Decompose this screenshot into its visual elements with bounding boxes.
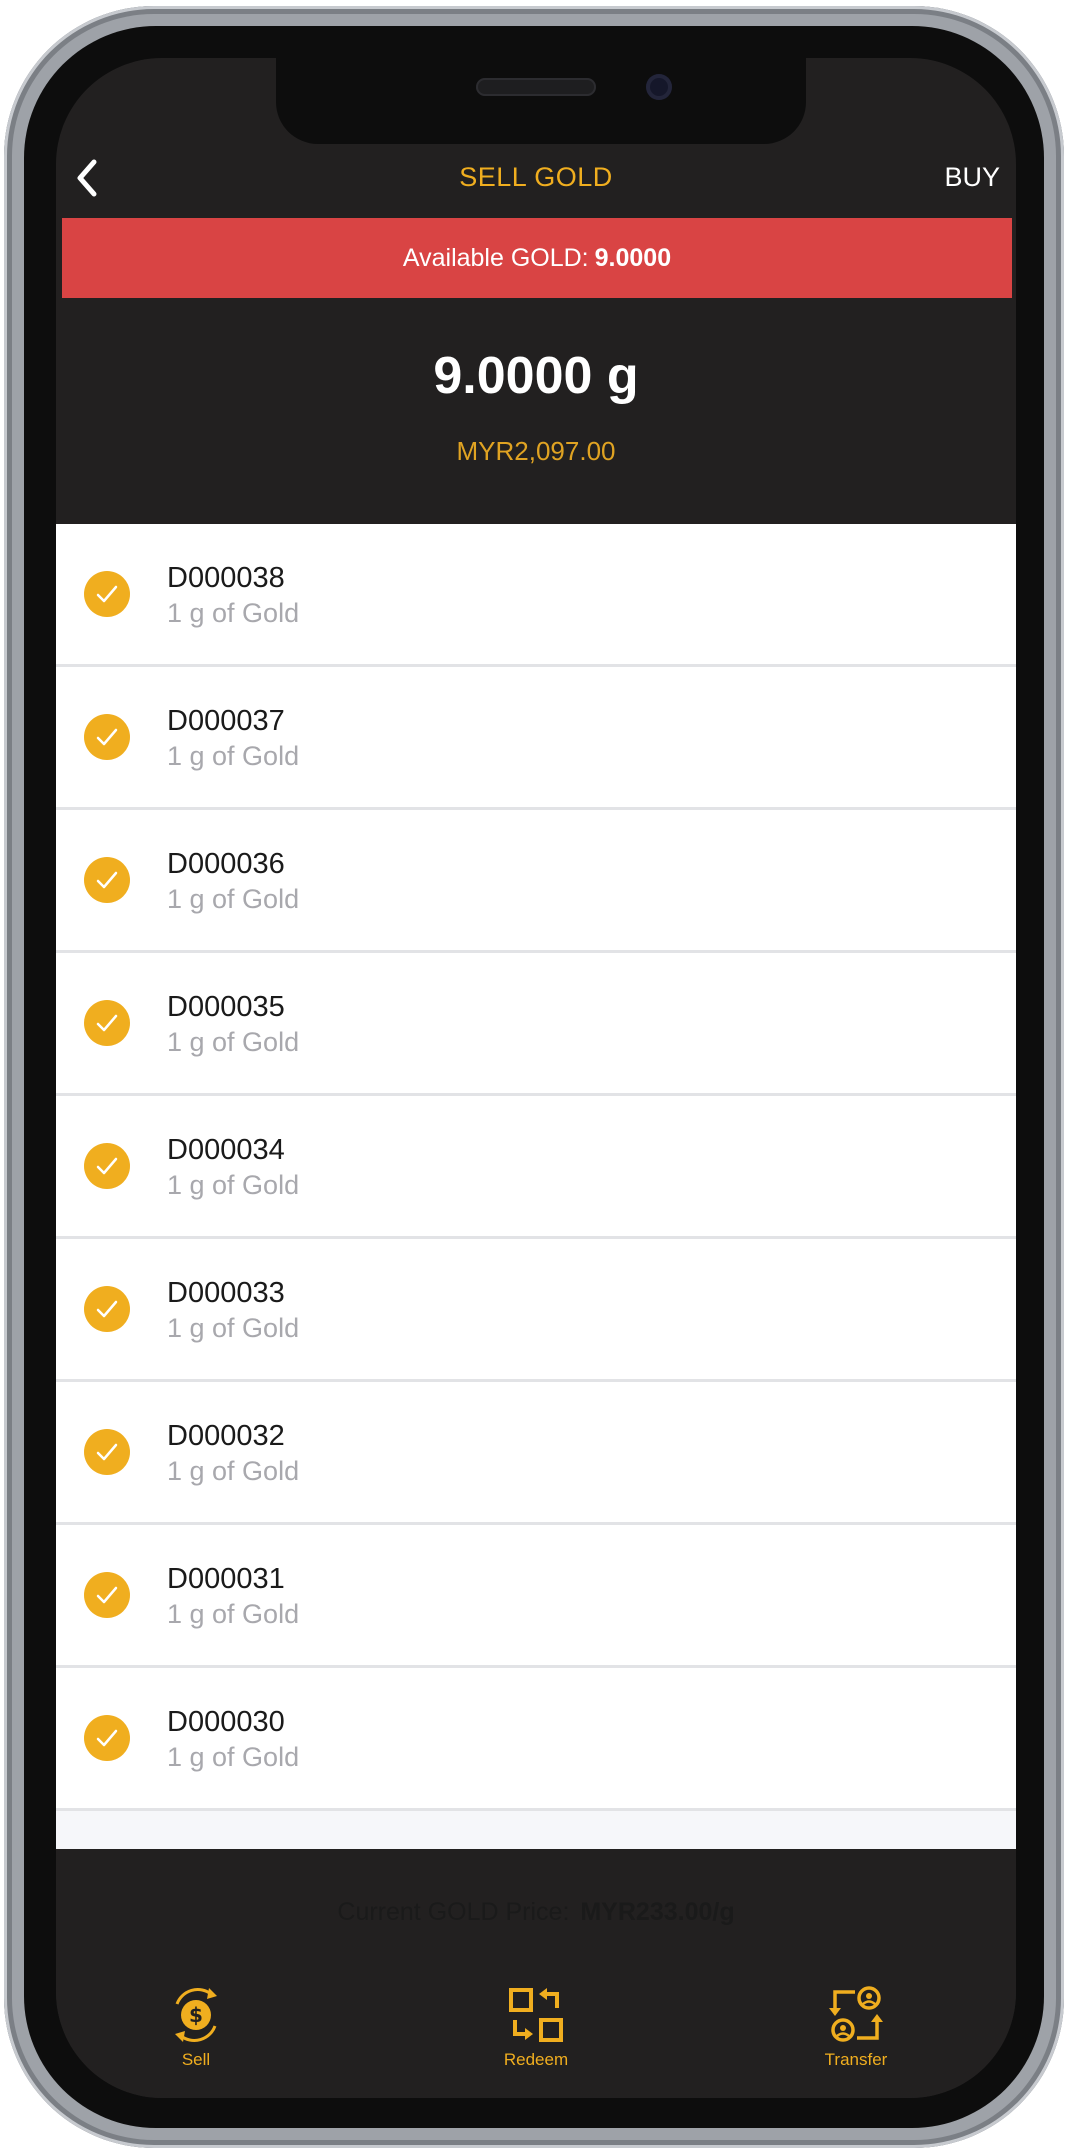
item-code: D000032: [167, 1420, 285, 1452]
nav-bar: SELL GOLD BUY: [56, 138, 1016, 218]
checked-circle-icon[interactable]: [84, 1715, 130, 1761]
checked-circle-icon[interactable]: [84, 1572, 130, 1618]
selected-grams: 9.0000 g: [433, 347, 639, 405]
checked-circle-icon[interactable]: [84, 714, 130, 760]
gold-item-row[interactable]: D000030 1 g of Gold: [56, 1668, 1016, 1811]
checked-circle-icon[interactable]: [84, 857, 130, 903]
tab-transfer-label: Transfer: [824, 2050, 888, 2069]
item-description: 1 g of Gold: [167, 598, 300, 628]
item-description: 1 g of Gold: [167, 1599, 300, 1629]
gold-item-row[interactable]: D000033 1 g of Gold: [56, 1239, 1016, 1382]
available-gold-banner: Available GOLD: 9.0000: [62, 218, 1012, 298]
item-description: 1 g of Gold: [167, 1742, 300, 1772]
gold-price-value: MYR233.00/g: [580, 1898, 735, 1926]
gold-item-list: D000038 1 g of Gold D000037 1 g of Gold …: [56, 524, 1016, 1849]
gold-item-row[interactable]: D000032 1 g of Gold: [56, 1382, 1016, 1525]
gold-item-row[interactable]: D000037 1 g of Gold: [56, 667, 1016, 810]
transfer-icon: [829, 1986, 883, 2042]
item-description: 1 g of Gold: [167, 1456, 300, 1486]
dollar-cycle-icon: $: [175, 1988, 217, 2042]
checked-circle-icon[interactable]: [84, 1000, 130, 1046]
tab-transfer[interactable]: Transfer: [776, 1984, 936, 2088]
tab-sell-label: Sell: [181, 2050, 211, 2069]
buy-button[interactable]: BUY: [944, 162, 1000, 193]
gold-price-label: Current GOLD Price:: [337, 1898, 570, 1926]
item-code: D000036: [167, 848, 285, 880]
available-gold-label: Available GOLD:: [402, 243, 589, 272]
page-title: SELL GOLD: [459, 162, 613, 192]
item-code: D000030: [167, 1706, 285, 1738]
tab-redeem[interactable]: Redeem: [456, 1984, 616, 2088]
item-description: 1 g of Gold: [167, 1170, 300, 1200]
checked-circle-icon[interactable]: [84, 1143, 130, 1189]
sell-summary: 9.0000 g MYR2,097.00: [56, 298, 1016, 524]
gold-item-row[interactable]: D000031 1 g of Gold: [56, 1525, 1016, 1668]
tab-sell[interactable]: $ Sell: [116, 1984, 276, 2088]
svg-text:$: $: [189, 2003, 203, 2027]
item-code: D000033: [167, 1277, 285, 1309]
gold-item-row[interactable]: D000038 1 g of Gold: [56, 524, 1016, 667]
item-description: 1 g of Gold: [167, 1027, 300, 1057]
bottom-tab-bar: $ Sell Redeem Transfer: [56, 1970, 1016, 2098]
current-gold-price: Current GOLD Price: MYR233.00/g: [56, 1898, 1016, 1927]
checked-circle-icon[interactable]: [84, 571, 130, 617]
selected-value-myr: MYR2,097.00: [456, 436, 616, 466]
screen: SELL GOLD BUY Available GOLD: 9.0000 9.0…: [56, 58, 1016, 2098]
notch: [276, 58, 806, 144]
speaker-grille: [476, 78, 596, 96]
tab-redeem-label: Redeem: [503, 2050, 569, 2069]
redeem-icon: [509, 1988, 563, 2042]
item-code: D000034: [167, 1134, 285, 1166]
gold-item-row[interactable]: D000035 1 g of Gold: [56, 953, 1016, 1096]
item-description: 1 g of Gold: [167, 1313, 300, 1343]
front-camera: [646, 74, 672, 100]
item-code: D000038: [167, 562, 285, 594]
item-code: D000035: [167, 991, 285, 1023]
item-code: D000037: [167, 705, 285, 737]
item-description: 1 g of Gold: [167, 884, 300, 914]
item-code: D000031: [167, 1563, 285, 1595]
gold-item-row[interactable]: D000036 1 g of Gold: [56, 810, 1016, 953]
checked-circle-icon[interactable]: [84, 1286, 130, 1332]
checked-circle-icon[interactable]: [84, 1429, 130, 1475]
item-description: 1 g of Gold: [167, 741, 300, 771]
gold-item-row[interactable]: D000034 1 g of Gold: [56, 1096, 1016, 1239]
available-gold-value: 9.0000: [594, 243, 672, 272]
